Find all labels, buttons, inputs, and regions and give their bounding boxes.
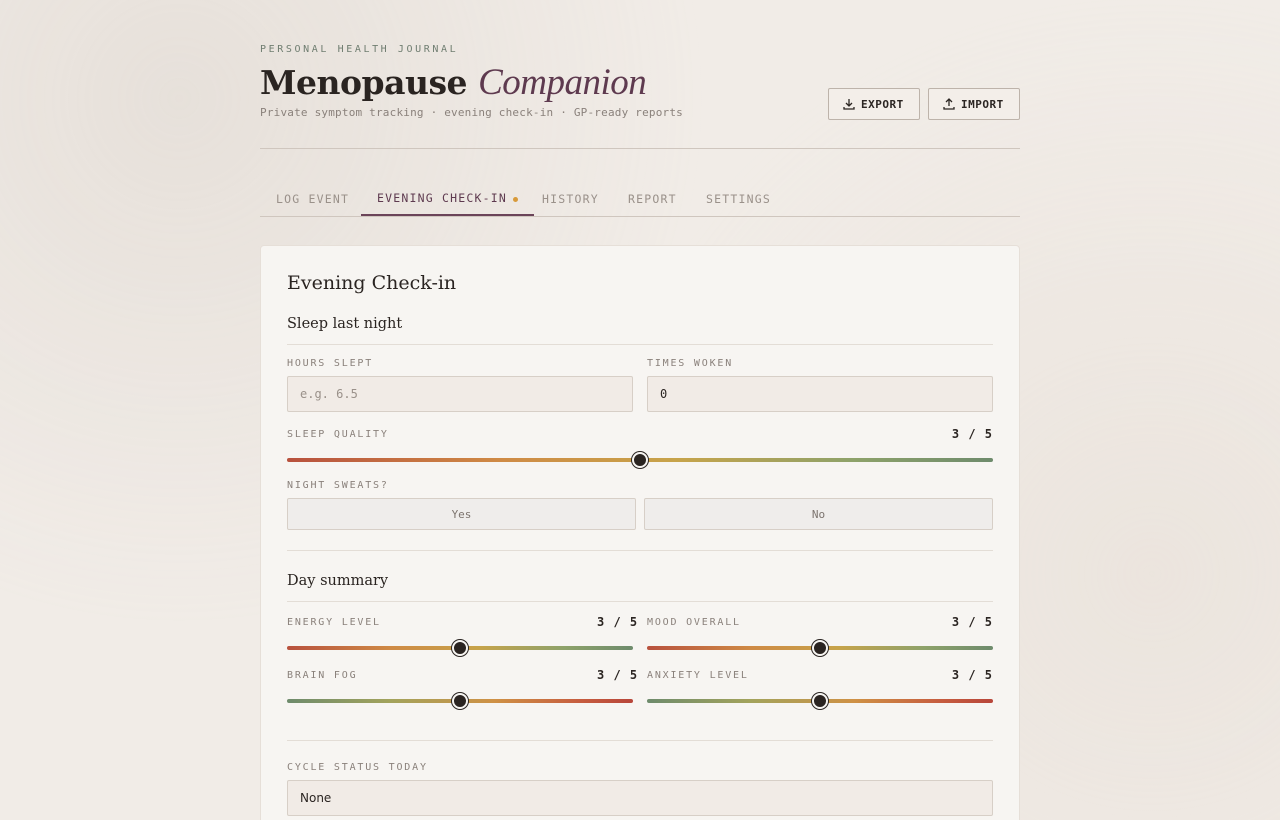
tab-log-event[interactable]: LOG EVENT [260,182,365,216]
brain-fog-value: 3 / 5 [597,668,639,682]
checkin-card: Evening Check-in Sleep last night HOURS … [260,245,1020,820]
tab-label: LOG EVENT [276,192,350,206]
card-title: Evening Check-in [287,272,457,294]
slider-thumb[interactable] [812,640,828,656]
tab-label: REPORT [628,192,677,206]
times-woken-input[interactable] [647,376,993,412]
energy-level-slider[interactable] [287,640,633,656]
energy-level-value: 3 / 5 [597,615,639,629]
header-eyebrow: PERSONAL HEALTH JOURNAL [260,44,459,55]
page-title: Menopause Companion [260,61,647,104]
anxiety-level-label: ANXIETY LEVEL [647,670,749,681]
page-subtitle: Private symptom tracking · evening check… [260,106,683,119]
times-woken-label: TIMES WOKEN [647,358,734,369]
sleep-quality-label: SLEEP QUALITY [287,429,389,440]
section-divider [287,550,993,551]
tab-report[interactable]: REPORT [612,182,693,216]
import-button[interactable]: IMPORT [928,88,1020,120]
import-label: IMPORT [961,97,1004,111]
anxiety-level-value: 3 / 5 [951,668,993,682]
export-button[interactable]: EXPORT [828,88,920,120]
night-sweats-no-button[interactable]: No [644,498,993,530]
title-accent: Companion [478,62,647,103]
brain-fog-label: BRAIN FOG [287,670,358,681]
mood-overall-slider[interactable] [647,640,993,656]
tab-label: SETTINGS [706,192,771,206]
energy-level-label: ENERGY LEVEL [287,617,381,628]
hours-slept-input[interactable] [287,376,633,412]
tab-label: HISTORY [542,192,599,206]
slider-thumb[interactable] [452,640,468,656]
tab-label: EVENING CHECK-IN [377,191,507,205]
title-main: Menopause [260,63,468,102]
cycle-status-label: CYCLE STATUS TODAY [287,762,428,773]
tab-bar: LOG EVENT EVENING CHECK-IN HISTORY REPOR… [260,182,1020,217]
slider-thumb[interactable] [452,693,468,709]
cycle-status-value: None [300,791,332,805]
day-section-title: Day summary [287,573,389,589]
cycle-status-select[interactable]: None [287,780,993,816]
sleep-section-title: Sleep last night [287,316,403,332]
tab-history[interactable]: HISTORY [526,182,615,216]
hours-slept-label: HOURS SLEPT [287,358,374,369]
day-section-divider [287,601,993,602]
anxiety-level-slider[interactable] [647,693,993,709]
tab-settings[interactable]: SETTINGS [690,182,787,216]
night-sweats-label: NIGHT SWEATS? [287,480,389,491]
download-icon [843,99,855,110]
export-label: EXPORT [861,97,904,111]
tab-evening-check-in[interactable]: EVENING CHECK-IN [361,182,534,216]
slider-thumb[interactable] [812,693,828,709]
sleep-quality-slider[interactable] [287,452,993,468]
brain-fog-slider[interactable] [287,693,633,709]
upload-icon [943,98,955,110]
sleep-section-divider [287,344,993,345]
header-divider [260,148,1020,149]
unsaved-indicator-dot [512,196,518,202]
night-sweats-yes-button[interactable]: Yes [287,498,636,530]
mood-overall-value: 3 / 5 [951,615,993,629]
mood-overall-label: MOOD OVERALL [647,617,741,628]
section-divider [287,740,993,741]
slider-thumb[interactable] [632,452,648,468]
sleep-quality-value: 3 / 5 [951,427,993,441]
